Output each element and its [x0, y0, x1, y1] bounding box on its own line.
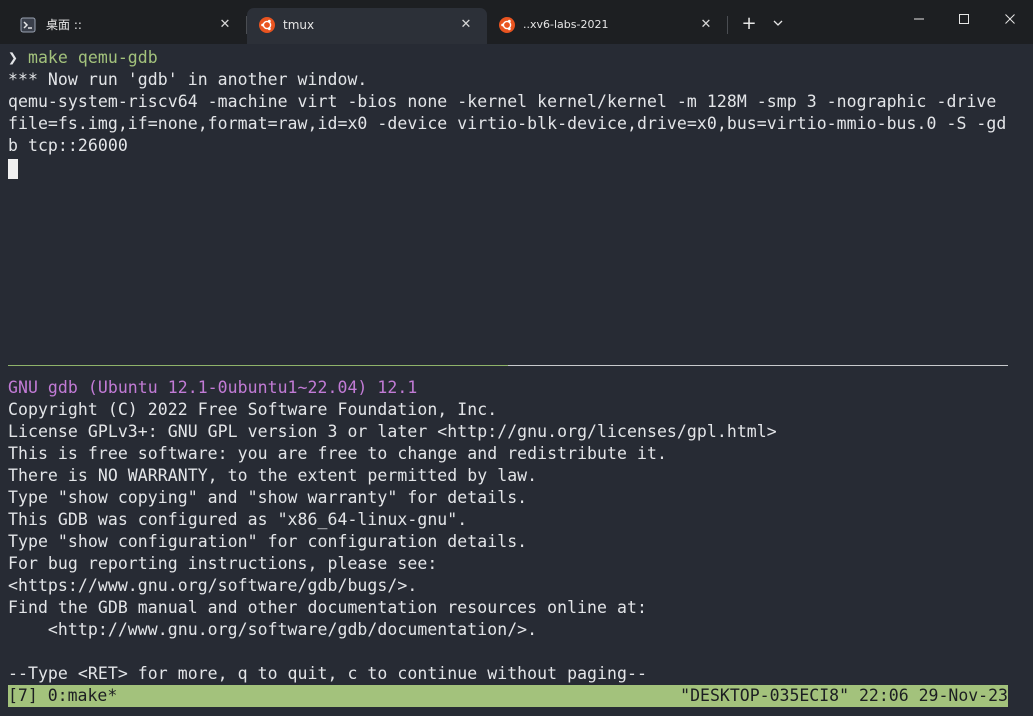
- window-list[interactable]: [7] 0:make*: [8, 685, 117, 707]
- tab-dropdown-button[interactable]: [767, 10, 789, 32]
- tmux-status-bar: [7] 0:make* "DESKTOP-035ECI8" 22:06 29-N…: [8, 685, 1008, 707]
- maximize-button[interactable]: [947, 5, 981, 33]
- prompt-line: ❯ make qemu-gdb: [8, 47, 158, 69]
- output-line: file=fs.img,if=none,format=raw,id=x0 -de…: [8, 114, 1007, 133]
- close-icon[interactable]: ✕: [216, 16, 234, 34]
- output-line: *** Now run 'gdb' in another window.: [8, 70, 368, 89]
- close-icon[interactable]: ✕: [457, 16, 475, 34]
- tab-desktop[interactable]: 桌面 :: ✕: [8, 8, 244, 44]
- prompt-symbol: ❯: [8, 48, 18, 67]
- output-line: <http://www.gnu.org/software/gdb/documen…: [8, 620, 538, 639]
- text-cursor: [8, 159, 18, 179]
- output-line: Type "show copying" and "show warranty" …: [8, 488, 528, 507]
- output-line: This GDB was configured as "x86_64-linux…: [8, 510, 468, 529]
- tab-tmux[interactable]: tmux ✕: [247, 8, 487, 44]
- output-line: License GPLv3+: GNU GPL version 3 or lat…: [8, 422, 777, 441]
- tab-xv6-labs[interactable]: ..xv6-labs-2021 ✕: [487, 8, 725, 44]
- host-clock: "DESKTOP-035ECI8" 22:06 29-Nov-23: [680, 686, 1008, 705]
- gdb-banner: GNU gdb (Ubuntu 12.1-0ubuntu1~22.04) 12.…: [8, 378, 418, 397]
- close-icon: [1004, 10, 1016, 29]
- output-line: This is free software: you are free to c…: [8, 444, 667, 463]
- chevron-down-icon: [773, 16, 783, 32]
- pager-prompt: --Type <RET> for more, q to quit, c to c…: [8, 664, 647, 683]
- close-icon[interactable]: ✕: [697, 16, 715, 34]
- ubuntu-icon: [259, 17, 275, 33]
- output-line: There is NO WARRANTY, to the extent perm…: [8, 466, 538, 485]
- ubuntu-icon: [499, 17, 515, 33]
- output-line: Type "show configuration" for configurat…: [8, 532, 528, 551]
- output-line: Copyright (C) 2022 Free Software Foundat…: [8, 400, 498, 419]
- close-window-button[interactable]: [993, 5, 1027, 33]
- title-bar: 桌面 :: ✕ tmux ✕ ..xv6-labs-2021 ✕ +: [0, 0, 1033, 44]
- minimize-icon: [913, 10, 925, 29]
- minimize-button[interactable]: [902, 5, 936, 33]
- prompt-command: make qemu-gdb: [27, 48, 158, 67]
- tab-label: 桌面 ::: [46, 18, 82, 32]
- output-line: For bug reporting instructions, please s…: [8, 554, 438, 573]
- terminal-area[interactable]: ❯ make qemu-gdb *** Now run 'gdb' in ano…: [0, 44, 1033, 716]
- output-line: qemu-system-riscv64 -machine virt -bios …: [8, 92, 997, 111]
- maximize-icon: [958, 10, 970, 29]
- tab-label: tmux: [283, 18, 315, 32]
- tab-label: ..xv6-labs-2021: [523, 18, 609, 31]
- active-pane-indicator: [8, 365, 508, 366]
- output-line: <https://www.gnu.org/software/gdb/bugs/>…: [8, 576, 418, 595]
- output-line: b tcp::26000: [8, 136, 128, 155]
- new-tab-button[interactable]: +: [738, 13, 760, 35]
- output-line: Find the GDB manual and other documentat…: [8, 598, 647, 617]
- tab-separator: [727, 16, 728, 34]
- powershell-icon: [20, 17, 36, 33]
